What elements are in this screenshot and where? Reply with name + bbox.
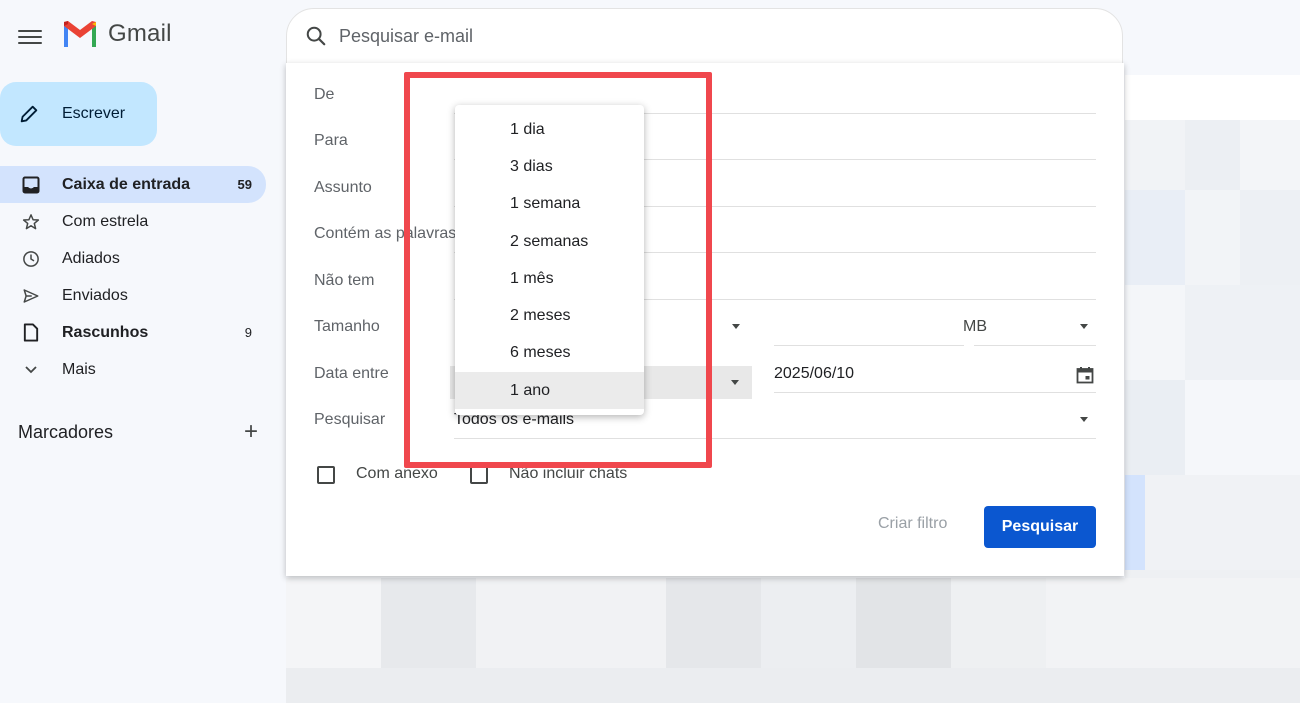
- sidebar-item-label: Adiados: [62, 249, 120, 267]
- size-unit-caret-icon[interactable]: [1080, 324, 1088, 329]
- subject-label: Assunto: [314, 179, 372, 196]
- app-name: Gmail: [108, 20, 172, 47]
- sidebar-item-label: Rascunhos: [62, 323, 149, 341]
- sidebar-item-more[interactable]: Mais: [0, 351, 266, 388]
- labels-title: Marcadores: [18, 421, 114, 442]
- date-input[interactable]: 2025/06/10: [774, 365, 854, 383]
- annotation-highlight-box: [404, 72, 712, 468]
- compose-label: Escrever: [62, 105, 126, 122]
- calendar-icon[interactable]: [1076, 366, 1094, 384]
- create-filter-button[interactable]: Criar filtro: [878, 515, 947, 533]
- has-attachment-checkbox[interactable]: [317, 466, 335, 484]
- sidebar-item-snoozed[interactable]: Adiados: [0, 240, 266, 277]
- search-input[interactable]: Pesquisar e-mail: [339, 26, 473, 47]
- pencil-icon: [20, 105, 38, 123]
- to-label: Para: [314, 132, 348, 149]
- labels-header: Marcadores +: [18, 420, 258, 444]
- unread-count: 59: [237, 177, 252, 192]
- add-label-button[interactable]: +: [244, 420, 258, 444]
- inbox-icon: [22, 176, 40, 193]
- sidebar-item-label: Enviados: [62, 286, 128, 304]
- sidebar-nav: Caixa de entrada 59 Com estrela Adiados …: [0, 166, 266, 388]
- search-bar[interactable]: Pesquisar e-mail: [286, 8, 1123, 64]
- clock-icon: [23, 250, 39, 267]
- star-icon: [22, 213, 40, 229]
- size-label: Tamanho: [314, 318, 380, 335]
- doesnt-have-label: Não tem: [314, 272, 375, 289]
- from-label: De: [314, 86, 335, 103]
- drafts-count: 9: [244, 325, 252, 340]
- sidebar-item-label: Mais: [62, 360, 96, 378]
- gmail-logo[interactable]: Gmail: [62, 20, 172, 48]
- search-button[interactable]: Pesquisar: [984, 506, 1096, 548]
- size-operator-caret-icon[interactable]: [732, 324, 740, 329]
- blurred-email-list: [286, 578, 1300, 703]
- search-in-caret-icon[interactable]: [1080, 417, 1088, 422]
- search-icon[interactable]: [305, 25, 327, 47]
- send-icon: [23, 288, 39, 303]
- main-menu-icon[interactable]: [18, 26, 42, 44]
- sidebar-item-label: Caixa de entrada: [62, 175, 191, 193]
- exclude-chats-checkbox[interactable]: [470, 466, 488, 484]
- sidebar-item-label: Com estrela: [62, 212, 149, 230]
- sidebar-item-sent[interactable]: Enviados: [0, 277, 266, 314]
- date-range-caret-icon: [731, 380, 739, 385]
- date-within-label: Data entre: [314, 365, 389, 382]
- size-unit-select[interactable]: MB: [963, 318, 987, 336]
- draft-icon: [23, 323, 39, 342]
- compose-button[interactable]: Escrever: [0, 82, 157, 146]
- search-in-label: Pesquisar: [314, 411, 386, 428]
- chevron-down-icon: [25, 365, 37, 373]
- sidebar-item-starred[interactable]: Com estrela: [0, 203, 266, 240]
- gmail-m-icon: [64, 21, 96, 47]
- sidebar-item-inbox[interactable]: Caixa de entrada 59: [0, 166, 266, 203]
- sidebar-item-drafts[interactable]: Rascunhos 9: [0, 314, 266, 351]
